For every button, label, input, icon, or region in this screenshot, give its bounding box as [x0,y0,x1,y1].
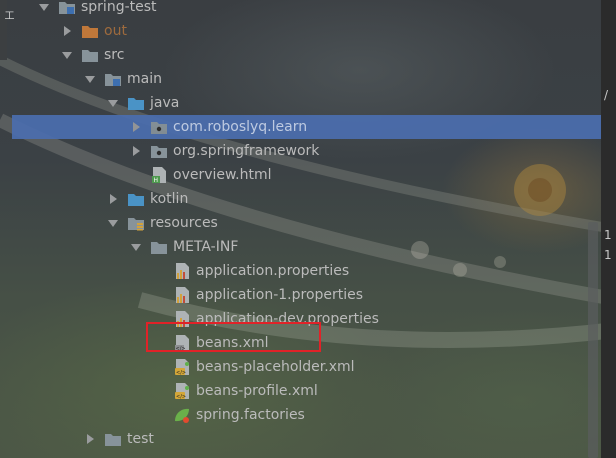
spring-xml-file-icon: </> [173,358,191,376]
excluded-folder-icon [81,22,99,40]
svg-text:</>: </> [176,394,186,400]
tree-node[interactable]: application-1.properties [12,283,602,307]
tree-node-label: spring.factories [196,407,305,423]
tree-node-label: beans-placeholder.xml [196,359,355,375]
properties-file-icon [173,286,191,304]
tree-node[interactable]: spring-test [12,0,602,19]
tree-node-label: main [127,71,162,87]
package-icon [150,142,168,160]
expand-arrow-down-icon[interactable] [38,1,50,13]
svg-text:H: H [154,177,159,184]
tree-node[interactable]: spring.factories [12,403,602,427]
tree-node[interactable]: out [12,19,602,43]
tree-node[interactable]: application.properties [12,259,602,283]
vertical-scrollbar[interactable] [588,222,598,458]
kotlin-source-folder-icon [127,190,145,208]
tree-node-label: org.springframework [173,143,320,159]
tree-node-label: java [150,95,180,111]
left-tool-stripe: 工 [0,0,13,60]
expand-arrow-right-icon[interactable] [61,25,73,37]
package-icon [150,118,168,136]
html-file-icon: H [150,166,168,184]
expand-arrow-right-icon[interactable] [107,193,119,205]
tree-node-label: com.roboslyq.learn [173,119,308,135]
tree-node[interactable]: resources [12,211,602,235]
expand-arrow-down-icon[interactable] [107,217,119,229]
properties-file-icon [173,262,191,280]
tree-node-label: test [127,431,154,447]
tree-node[interactable]: main [12,67,602,91]
project-tree[interactable]: spring-test out src main java com.roboslyq.le… [12,0,602,458]
expand-arrow-right-icon[interactable] [130,145,142,157]
spring-factories-icon [173,406,191,424]
source-root-folder-icon [104,70,122,88]
tree-node[interactable]: </> beans-profile.xml [12,379,602,403]
expand-arrow-down-icon[interactable] [130,241,142,253]
java-source-folder-icon [127,94,145,112]
expand-arrow-down-icon[interactable] [107,97,119,109]
tree-node[interactable]: META-INF [12,235,602,259]
module-folder-icon [58,0,76,16]
project-tool-window: { "left_edge_label": "工", "right_gutter"… [0,0,616,458]
gutter-marker: / [604,88,609,102]
folder-icon [150,238,168,256]
tree-node[interactable]: com.roboslyq.learn [12,115,602,139]
expand-arrow-right-icon[interactable] [84,433,96,445]
tree-node-label: overview.html [173,167,272,183]
tree-node[interactable]: org.springframework [12,139,602,163]
tree-node-label: application.properties [196,263,350,279]
tree-node-label: spring-test [81,0,157,15]
tree-node-label: META-INF [173,239,239,255]
tree-node-label: src [104,47,125,63]
test-folder-icon [104,430,122,448]
tree-node[interactable]: kotlin [12,187,602,211]
annotation-highlight-box [146,322,321,352]
folder-icon [81,46,99,64]
tree-node-label: beans-profile.xml [196,383,318,399]
gutter-line-number: 1 [604,228,612,242]
tree-node-label: application-1.properties [196,287,364,303]
tree-node-label: resources [150,215,218,231]
tree-node[interactable]: java [12,91,602,115]
tree-node[interactable]: Hoverview.html [12,163,602,187]
resources-folder-icon [127,214,145,232]
gutter-line-number: 1 [604,248,612,262]
tree-node[interactable]: src [12,43,602,67]
expand-arrow-down-icon[interactable] [84,73,96,85]
tree-node-label: out [104,23,127,39]
tree-node[interactable]: </> beans-placeholder.xml [12,355,602,379]
tree-node-label: kotlin [150,191,189,207]
expand-arrow-right-icon[interactable] [130,121,142,133]
svg-text:</>: </> [176,370,186,376]
spring-xml-file-icon: </> [173,382,191,400]
expand-arrow-down-icon[interactable] [61,49,73,61]
tree-node[interactable]: test [12,427,602,451]
